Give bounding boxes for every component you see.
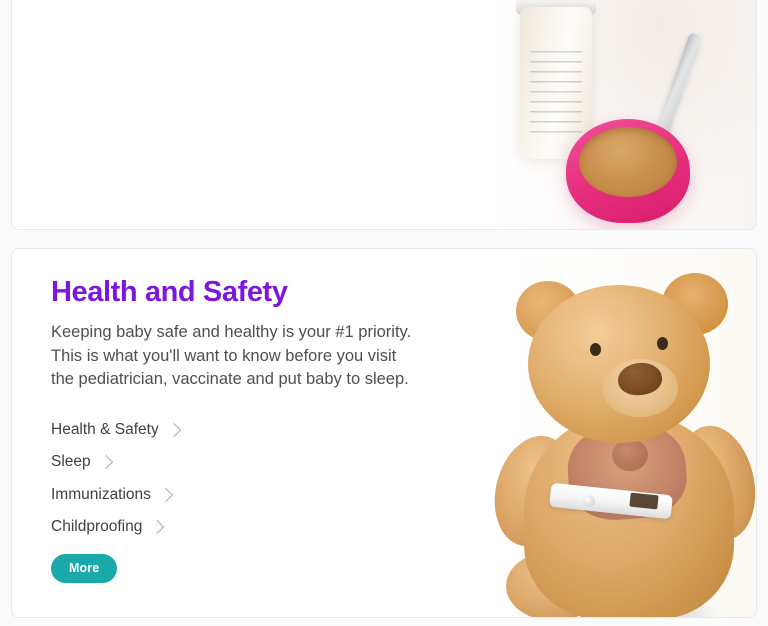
baby-food-puree-shape	[579, 127, 677, 197]
chevron-right-icon	[158, 487, 174, 502]
link-label: Immunizations	[51, 485, 151, 503]
link-childproofing[interactable]: Childproofing	[51, 511, 165, 544]
link-immunizations[interactable]: Immunizations	[51, 479, 174, 512]
bottle-measure-marks	[530, 51, 582, 133]
card-feeding: Breastfeeding Bottle-Feeding Solids Baby…	[11, 0, 757, 230]
link-label: Health & Safety	[51, 420, 159, 438]
bottle-body-shape	[520, 7, 592, 159]
chevron-right-icon	[150, 520, 165, 535]
chevron-right-icon	[166, 422, 181, 437]
bear-shadow	[590, 599, 720, 617]
description-line-3: the pediatrician, vaccinate and put baby…	[51, 370, 409, 388]
card-description: Keeping baby safe and healthy is your #1…	[51, 321, 481, 392]
link-label: Childproofing	[51, 518, 143, 536]
photo-fade-overlay	[416, 0, 756, 229]
baby-bottle-and-food-bowl-photo	[416, 0, 756, 229]
health-link-list: Health & Safety Sleep Immunizations Chil…	[51, 414, 756, 544]
link-sleep[interactable]: Sleep	[51, 446, 113, 479]
description-line-1: Keeping baby safe and healthy is your #1…	[51, 323, 412, 341]
card-health-body: Health and Safety Keeping baby safe and …	[12, 249, 756, 583]
pink-bowl-shape	[566, 119, 690, 223]
description-line-2: This is what you'll want to know before …	[51, 346, 397, 365]
link-health-and-safety[interactable]: Health & Safety	[51, 414, 181, 447]
page-root: Breastfeeding Bottle-Feeding Solids Baby…	[0, 0, 768, 626]
link-label: Sleep	[51, 453, 91, 471]
card-health-and-safety: Health and Safety Keeping baby safe and …	[11, 248, 757, 618]
page-title: Health and Safety	[51, 276, 288, 308]
spoon-shape	[648, 31, 703, 158]
more-button-health[interactable]: More	[51, 553, 118, 583]
bottle-collar-shape	[516, 0, 596, 15]
chevron-right-icon	[98, 455, 113, 470]
